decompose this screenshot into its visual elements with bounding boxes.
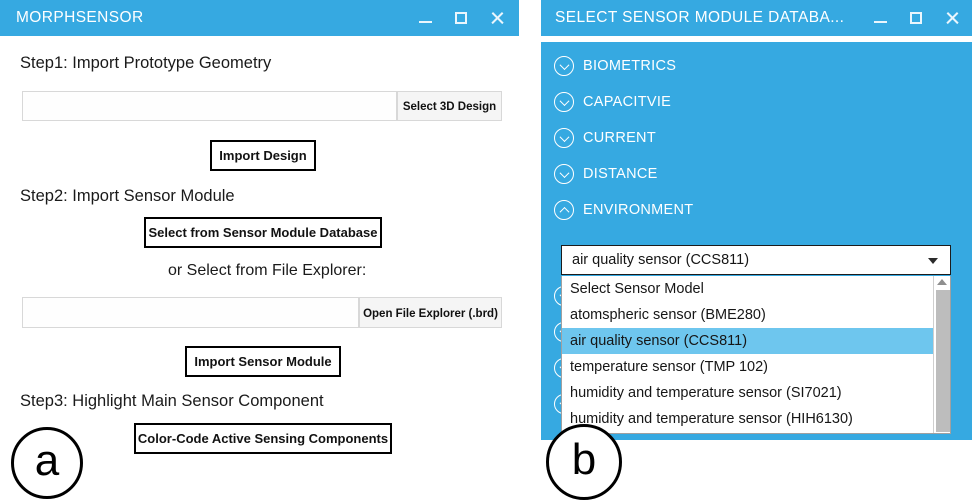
minimize-icon: [418, 20, 432, 23]
sensor-database-titlebar[interactable]: SELECT SENSOR MODULE DATABA...: [541, 0, 972, 36]
dropdown-scrollbar[interactable]: [933, 276, 950, 433]
close-button[interactable]: [934, 0, 970, 36]
category-row-current[interactable]: CURRENT: [554, 127, 656, 149]
minimize-button[interactable]: [862, 0, 898, 36]
category-row-environment[interactable]: ENVIRONMENT: [554, 199, 693, 221]
dropdown-option[interactable]: humidity and temperature sensor (HIH6130…: [562, 406, 950, 432]
import-sensor-module-label: Import Sensor Module: [194, 354, 332, 369]
category-row-biometrics[interactable]: BIOMETRICS: [554, 55, 676, 77]
chevron-down-icon: [554, 92, 574, 112]
figure-label-a-text: a: [34, 436, 60, 485]
maximize-button[interactable]: [898, 0, 934, 36]
scroll-up-arrow-icon[interactable]: [937, 279, 947, 285]
minimize-icon: [873, 20, 887, 23]
morphsensor-titlebar[interactable]: MORPHSENSOR: [0, 0, 519, 36]
select-from-sensor-module-database-label: Select from Sensor Module Database: [148, 225, 378, 240]
step3-label: Step3: Highlight Main Sensor Component: [20, 392, 324, 410]
or-select-from-file-explorer-note: or Select from File Explorer:: [168, 262, 367, 279]
sensor-model-dropdown-list[interactable]: Select Sensor Model atomspheric sensor (…: [561, 276, 951, 434]
step1-label: Step1: Import Prototype Geometry: [20, 54, 272, 72]
chevron-up-icon: [554, 200, 574, 220]
sensor-database-body: BIOMETRICS CAPACITVIE CURRENT DISTANCE E…: [541, 42, 972, 440]
morphsensor-window-controls: [407, 0, 515, 36]
caret-down-icon: [928, 258, 938, 264]
step2-path-input[interactable]: [22, 297, 359, 328]
maximize-button[interactable]: [443, 0, 479, 36]
color-code-active-sensing-components-button[interactable]: Color-Code Active Sensing Components: [134, 423, 392, 454]
minimize-button[interactable]: [407, 0, 443, 36]
screenshot-root: MORPHSENSOR Step1: Import Prototype Geom…: [0, 0, 972, 503]
step1-path-input[interactable]: [22, 91, 397, 121]
sensor-model-selected-value: air quality sensor (CCS811): [572, 252, 750, 268]
category-row-distance[interactable]: DISTANCE: [554, 163, 658, 185]
category-label: CURRENT: [583, 130, 656, 146]
category-row-capacitvie[interactable]: CAPACITVIE: [554, 91, 671, 113]
chevron-down-icon: [554, 164, 574, 184]
open-file-explorer-label: Open File Explorer (.brd): [363, 307, 498, 320]
figure-label-a: a: [11, 427, 83, 499]
morphsensor-window: MORPHSENSOR Step1: Import Prototype Geom…: [0, 0, 519, 503]
maximize-icon: [455, 12, 467, 24]
step2-label: Step2: Import Sensor Module: [20, 187, 235, 205]
import-sensor-module-button[interactable]: Import Sensor Module: [185, 346, 341, 377]
sensor-database-window-controls: [862, 0, 970, 36]
scrollbar-thumb[interactable]: [936, 290, 950, 432]
category-label: BIOMETRICS: [583, 58, 677, 74]
dropdown-option[interactable]: atomspheric sensor (BME280): [562, 302, 950, 328]
select-3d-design-button[interactable]: Select 3D Design: [397, 91, 502, 121]
import-design-label: Import Design: [219, 148, 307, 163]
dropdown-option[interactable]: temperature sensor (TMP 102): [562, 354, 950, 380]
category-label: CAPACITVIE: [583, 94, 672, 110]
chevron-down-icon: [554, 56, 574, 76]
sensor-database-window-title: SELECT SENSOR MODULE DATABA...: [555, 9, 845, 26]
chevron-down-icon: [554, 128, 574, 148]
color-code-label: Color-Code Active Sensing Components: [137, 431, 389, 446]
dropdown-option[interactable]: Select Sensor Model: [562, 276, 950, 302]
morphsensor-window-title: MORPHSENSOR: [16, 9, 144, 26]
close-icon: [945, 11, 959, 25]
open-file-explorer-button[interactable]: Open File Explorer (.brd): [359, 297, 502, 328]
close-button[interactable]: [479, 0, 515, 36]
figure-label-b-text: b: [571, 435, 597, 484]
select-3d-design-label: Select 3D Design: [402, 101, 497, 113]
dropdown-option-selected[interactable]: air quality sensor (CCS811): [562, 328, 950, 354]
category-label: ENVIRONMENT: [583, 202, 694, 218]
dropdown-option[interactable]: humidity and temperature sensor (SI7021): [562, 380, 950, 406]
close-icon: [490, 11, 504, 25]
figure-label-b: b: [546, 424, 622, 500]
select-from-sensor-module-database-button[interactable]: Select from Sensor Module Database: [144, 217, 382, 248]
maximize-icon: [910, 12, 922, 24]
sensor-model-combobox[interactable]: air quality sensor (CCS811): [561, 245, 951, 275]
category-label: DISTANCE: [583, 166, 658, 182]
import-design-button[interactable]: Import Design: [210, 140, 316, 171]
